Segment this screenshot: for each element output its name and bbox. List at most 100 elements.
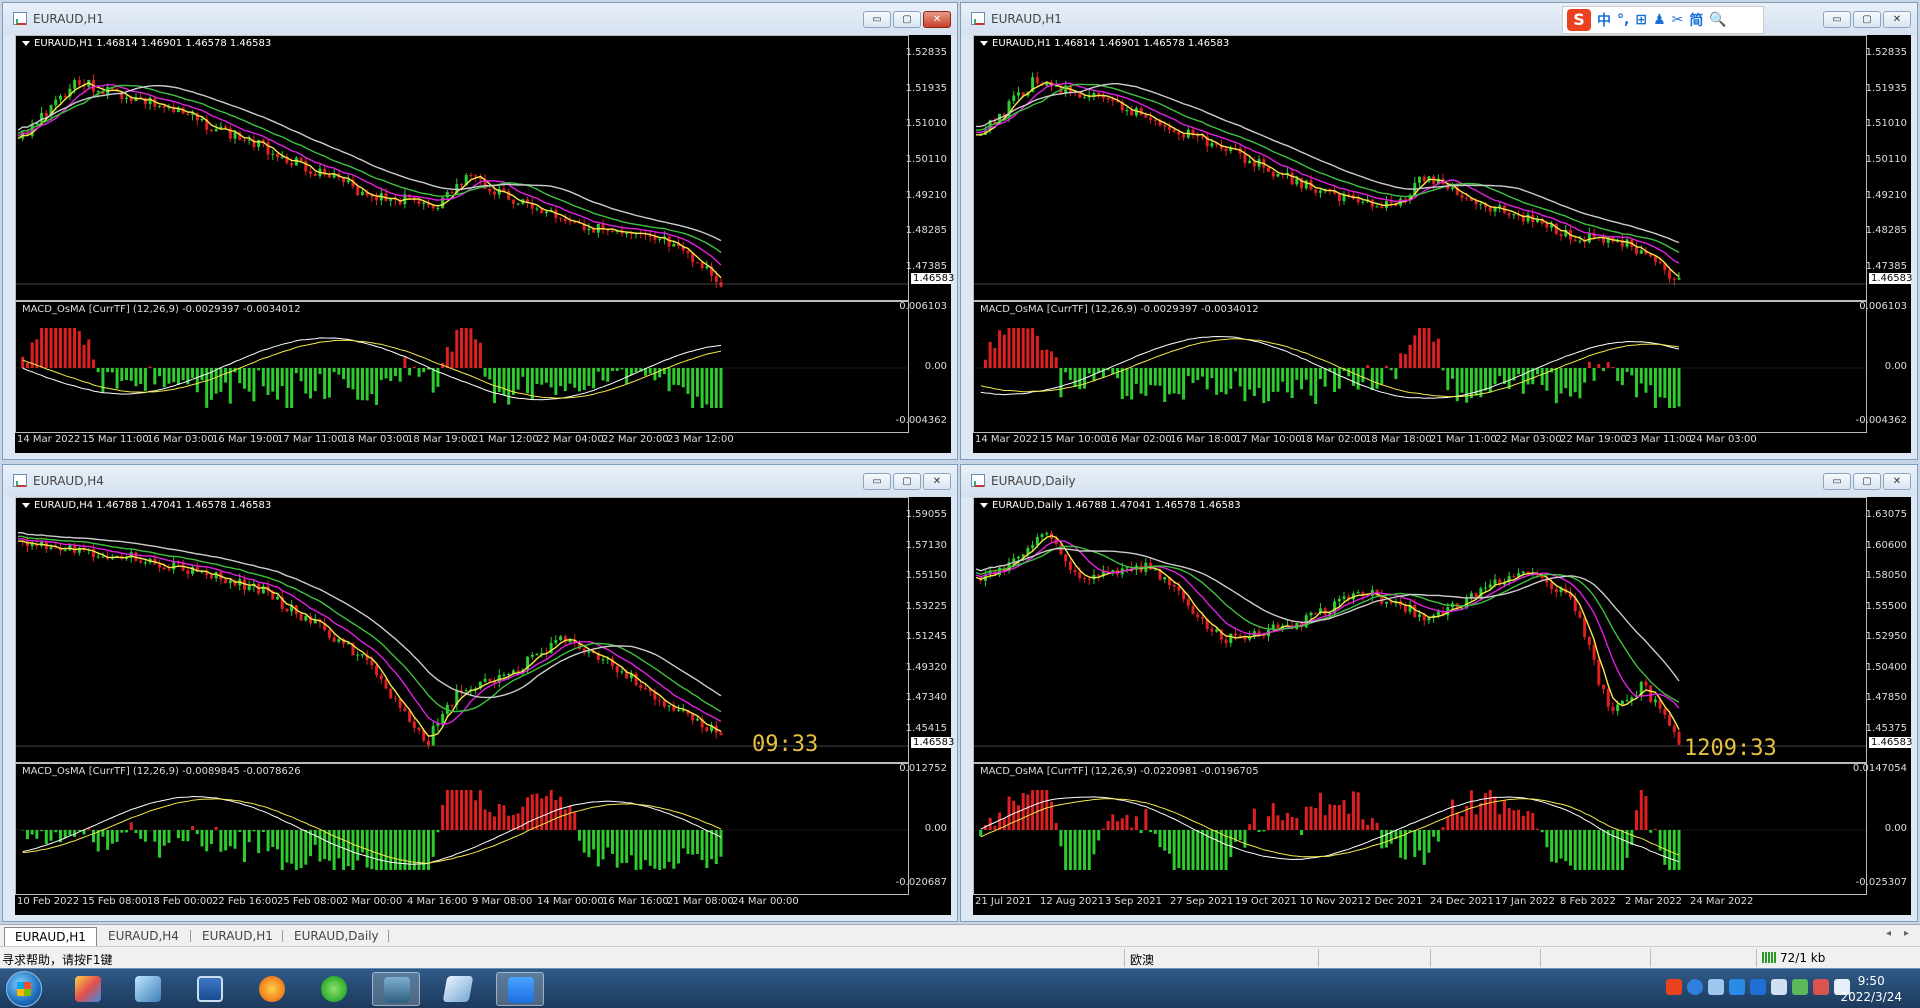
taskbar-app-feishu[interactable] <box>496 972 544 1006</box>
sogou-logo-icon[interactable]: S <box>1567 9 1591 31</box>
histogram-bar <box>115 368 119 389</box>
candle-body <box>1304 180 1308 189</box>
histogram-bar <box>101 368 105 393</box>
ime-toolbar[interactable]: S 中 °, ⊞ ♟ ✂ 简 🔍 <box>1562 6 1764 34</box>
maximize-button[interactable]: ▢ <box>1853 473 1881 490</box>
time-axis[interactable]: 14 Mar 2022 15 Mar 10:00 16 Mar 02:00 16 Ma… <box>973 433 1911 447</box>
histogram-bar <box>441 804 445 830</box>
tab-divider <box>282 930 283 942</box>
minimize-button[interactable]: ▭ <box>863 11 891 28</box>
histogram-bar <box>1399 353 1403 368</box>
histogram-bar <box>1271 368 1275 392</box>
time-axis[interactable]: 10 Feb 2022 15 Feb 08:00 18 Feb 00:00 22 Fe… <box>15 895 951 909</box>
price-axis[interactable]: 1.52835 1.51935 1.51010 1.50110 1.49210 1.482… <box>896 35 954 453</box>
taskbar-app-wechat[interactable] <box>310 972 358 1006</box>
candle-body <box>40 112 44 123</box>
price-pane[interactable]: EURAUD,Daily 1.46788 1.47041 1.46578 1.4… <box>973 497 1867 763</box>
taskbar-app-contacts[interactable] <box>124 972 172 1006</box>
chart-window-euraud-h1-right[interactable]: EURAUD,H1 ▭ ▢ ✕ EURAUD,H1 1.46814 1.4690… <box>960 2 1918 460</box>
taskbar-app-notes[interactable] <box>434 972 482 1006</box>
price-axis[interactable]: 1.63075 1.60600 1.58050 1.55500 1.52950 1.504… <box>1853 497 1912 915</box>
pin-tray-icon[interactable] <box>1708 979 1724 995</box>
indicator-pane[interactable]: MACD_OsMA [CurrTF] (12,26,9) -0.0029397 … <box>15 301 909 433</box>
candle-body <box>384 679 388 689</box>
ime-simplified-icon[interactable]: 简 <box>1689 10 1703 30</box>
tab-euraud-h1-2[interactable]: EURAUD,H1 <box>192 927 283 946</box>
ime-keyboard-icon[interactable]: ⊞ <box>1635 12 1647 28</box>
chart-window-euraud-h1-left[interactable]: EURAUD,H1 ▭ ▢ ✕ EURAUD,H1 1.46814 1.4690… <box>2 2 958 460</box>
chart-window-euraud-daily[interactable]: EURAUD,Daily ▭ ▢ ✕ EURAUD,Daily 1.46788 … <box>960 464 1918 922</box>
candle-body <box>544 211 548 214</box>
minimize-button[interactable]: ▭ <box>863 473 891 490</box>
tab-scroll-left-icon[interactable]: ◂ <box>1886 928 1891 939</box>
close-button[interactable]: ✕ <box>923 473 951 490</box>
indicator-pane[interactable]: MACD_OsMA [CurrTF] (12,26,9) -0.0089845 … <box>15 763 909 895</box>
chart-window-euraud-h4[interactable]: EURAUD,H4 ▭ ▢ ✕ EURAUD,H4 1.46788 1.4704… <box>2 464 958 922</box>
tab-euraud-h1[interactable]: EURAUD,H1 <box>4 927 97 946</box>
histogram-bar <box>1219 830 1223 870</box>
maximize-button[interactable]: ▢ <box>893 11 921 28</box>
taskbar-app-desktop[interactable] <box>186 972 234 1006</box>
close-button[interactable]: ✕ <box>923 11 951 28</box>
price-pane[interactable]: EURAUD,H1 1.46814 1.46901 1.46578 1.4658… <box>973 35 1867 301</box>
price-axis[interactable]: 1.52835 1.51935 1.51010 1.50110 1.49210 1.482… <box>1856 35 1912 453</box>
maximize-button[interactable]: ▢ <box>1853 11 1881 28</box>
taskbar-app-browser[interactable] <box>248 972 296 1006</box>
indicator-pane[interactable]: MACD_OsMA [CurrTF] (12,26,9) -0.0029397 … <box>973 301 1867 433</box>
chart-area[interactable]: EURAUD,H4 1.46788 1.47041 1.46578 1.4658… <box>15 497 954 915</box>
ime-punctuation-icon[interactable]: °, <box>1617 12 1629 28</box>
tab-euraud-h4[interactable]: EURAUD,H4 <box>98 927 189 946</box>
chart-area[interactable]: EURAUD,H1 1.46814 1.46901 1.46578 1.4658… <box>973 35 1912 453</box>
histogram-bar <box>1016 328 1020 368</box>
window-titlebar[interactable]: EURAUD,H1 ▭ ▢ ✕ <box>3 3 957 35</box>
minimize-button[interactable]: ▭ <box>1823 11 1851 28</box>
ime-tools-icon[interactable]: ✂ <box>1672 12 1684 28</box>
time-axis[interactable]: 21 Jul 2021 12 Aug 2021 3 Sep 2021 27 Sep 2… <box>973 895 1911 909</box>
security-shield-icon[interactable] <box>1750 979 1766 995</box>
start-button[interactable] <box>6 971 42 1007</box>
chart-area[interactable]: EURAUD,Daily 1.46788 1.47041 1.46578 1.4… <box>973 497 1912 915</box>
indicator-pane[interactable]: MACD_OsMA [CurrTF] (12,26,9) -0.0220981 … <box>973 763 1867 895</box>
close-button[interactable]: ✕ <box>1883 11 1911 28</box>
candle-body <box>426 740 430 746</box>
candle-body <box>1550 582 1554 590</box>
monitor-app-icon <box>197 976 223 1002</box>
sogou-tray-icon[interactable] <box>1666 979 1682 995</box>
network-tray-icon[interactable] <box>1792 979 1808 995</box>
window-titlebar[interactable]: EURAUD,Daily ▭ ▢ ✕ <box>961 465 1917 497</box>
tab-scroll-right-icon[interactable]: ▸ <box>1904 928 1909 939</box>
histogram-bar <box>1186 830 1190 870</box>
window-titlebar[interactable]: EURAUD,H4 ▭ ▢ ✕ <box>3 465 957 497</box>
status-profile[interactable]: 欧澳 <box>1130 951 1154 968</box>
app-tray-icon[interactable] <box>1729 979 1745 995</box>
chart-area[interactable]: EURAUD,H1 1.46814 1.46901 1.46578 1.4658… <box>15 35 954 453</box>
minimize-button[interactable]: ▭ <box>1823 473 1851 490</box>
close-button[interactable]: ✕ <box>1883 473 1911 490</box>
battery-tray-icon[interactable] <box>1813 979 1829 995</box>
histogram-bar <box>573 811 577 830</box>
ime-search-icon[interactable]: 🔍 <box>1709 12 1726 28</box>
ime-chinese-mode-icon[interactable]: 中 <box>1597 10 1611 30</box>
candle-body <box>1635 246 1639 254</box>
time-axis[interactable]: 14 Mar 2022 15 Mar 11:00 16 Mar 03:00 16 Ma… <box>15 433 951 447</box>
moving-average-line <box>17 535 722 713</box>
candle-body <box>1224 148 1228 151</box>
taskbar-app-metatrader[interactable] <box>372 972 420 1006</box>
taskbar-app-paint[interactable] <box>64 972 112 1006</box>
ime-user-icon[interactable]: ♟ <box>1653 12 1666 28</box>
candle-body <box>304 161 308 172</box>
price-pane[interactable]: EURAUD,H1 1.46814 1.46901 1.46578 1.4658… <box>15 35 909 301</box>
price-axis[interactable]: 1.59055 1.57130 1.55150 1.53225 1.51245 1.493… <box>896 497 954 915</box>
window-titlebar[interactable]: EURAUD,H1 ▭ ▢ ✕ <box>961 3 1917 35</box>
indicator-tick-label: 0.006103 <box>899 301 947 312</box>
candle-body <box>379 675 383 680</box>
help-tray-icon[interactable] <box>1687 979 1703 995</box>
price-plot <box>16 532 908 749</box>
tab-euraud-daily[interactable]: EURAUD,Daily <box>284 927 389 946</box>
histogram-bar <box>691 368 695 408</box>
taskbar-clock[interactable]: 9:50 2022/3/24 <box>1840 973 1902 1005</box>
maximize-button[interactable]: ▢ <box>893 473 921 490</box>
volume-tray-icon[interactable] <box>1771 979 1787 995</box>
bar-countdown-clock: 1209:33 <box>1684 736 1777 761</box>
price-pane[interactable]: EURAUD,H4 1.46788 1.47041 1.46578 1.4658… <box>15 497 909 763</box>
